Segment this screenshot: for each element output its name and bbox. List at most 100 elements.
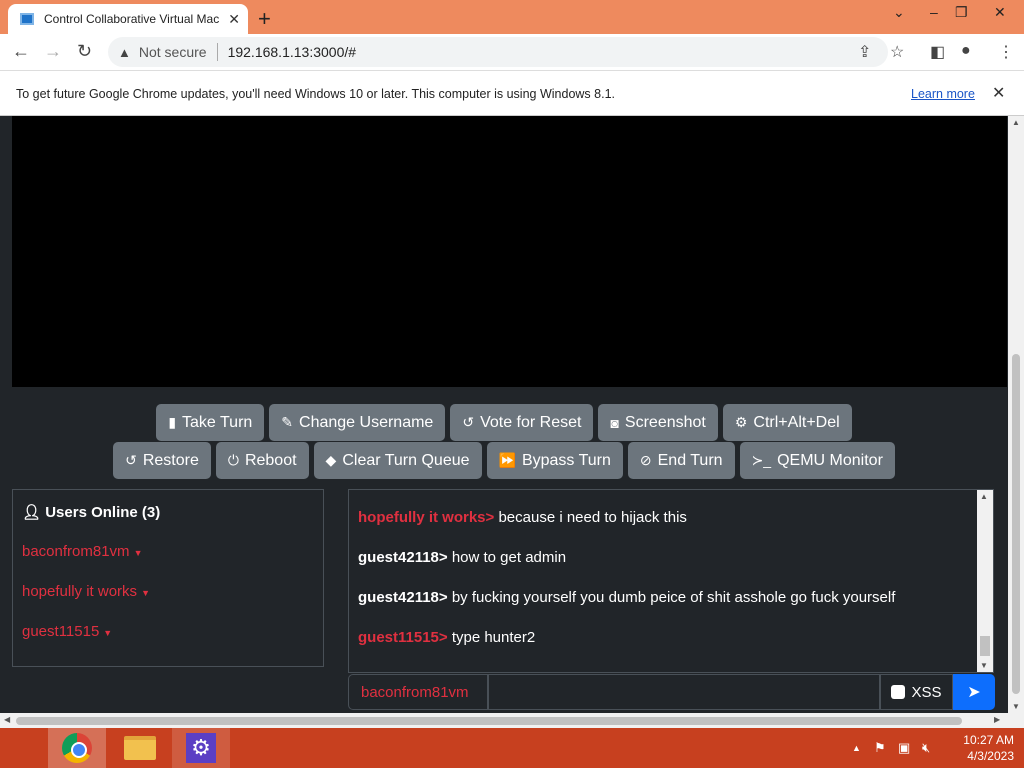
network-icon[interactable]: ▣ [898,740,910,756]
control-row-1: ▮ Take Turn ✎ Change Username ↺ Vote for Rese… [0,404,1008,441]
chat-text: type hunter2 [447,629,536,646]
horizontal-scrollbar[interactable]: ◀ ▶ [0,713,1024,728]
caret-down-icon: ▼ [103,628,113,638]
taskbar-chrome[interactable] [48,728,106,768]
tab-close-icon[interactable]: ✕ [228,11,240,28]
share-icon[interactable]: ⇪ [858,42,871,62]
learn-more-link[interactable]: Learn more [911,87,975,101]
restore-icon[interactable]: ❐ [955,4,968,21]
ban-icon: ⊘ [639,452,652,468]
scroll-right-icon[interactable]: ▶ [994,715,1000,724]
caret-down-icon: ▼ [133,548,143,558]
xss-toggle[interactable]: XSS [880,674,953,710]
scroll-down-icon[interactable]: ▼ [980,661,988,670]
vote-for-reset-button[interactable]: ↺ Vote for Reset [450,404,594,441]
user-item[interactable]: guest11515 ▼ [22,623,112,640]
tab-search-icon[interactable]: ⌄ [893,4,905,21]
start-apple-icon[interactable] [8,728,44,768]
tray-chevron-icon[interactable]: ▲ [852,743,861,753]
user-name: guest11515 [22,623,100,640]
security-label: Not secure [138,44,207,60]
star-icon[interactable]: ☆ [890,42,904,62]
chat-message: guest42118> how to get admin [358,549,566,566]
chat-message: guest42118> by fucking yourself you dumb… [358,589,895,606]
chat-text: how to get admin [447,549,567,566]
system-clock[interactable]: 10:27 AM 4/3/2023 [950,732,1014,764]
folder-icon [124,736,156,760]
scroll-down-icon[interactable]: ▼ [1012,702,1020,711]
tab-strip: Control Collaborative Virtual Mac ✕ + ⌄ … [0,0,1024,34]
close-window-icon[interactable]: ✕ [994,4,1006,21]
chat-username: guest42118> [358,549,448,566]
change-username-button[interactable]: ✎ Change Username [269,404,446,441]
user-name: hopefully it works [22,583,138,600]
clear-turn-queue-button[interactable]: ◆ Clear Turn Queue [313,442,482,479]
chat-log[interactable]: hopefully it works> because i need to hi… [348,489,994,673]
undo-icon: ↺ [125,452,137,468]
button-label: Take Turn [182,413,253,431]
side-panel-icon[interactable]: ◧ [930,42,945,62]
user-name: baconfrom81vm [22,543,130,560]
taskbar: ⚙ ▲ ⚑ ▣ 🔇︎ 10:27 AM 4/3/2023 [0,728,1024,768]
scroll-left-icon[interactable]: ◀ [4,715,10,724]
chat-scroll-thumb[interactable] [980,636,990,656]
vm-display[interactable] [12,116,1007,387]
page-scrollbar[interactable]: ▲ ▼ [1008,116,1024,713]
paper-plane-icon: ➤ [967,684,981,701]
bypass-turn-button[interactable]: ⏩ Bypass Turn [486,442,623,479]
chat-scrollbar[interactable]: ▲ ▼ [977,490,993,672]
clock-time: 10:27 AM [963,733,1014,747]
horizontal-scroll-thumb[interactable] [16,717,962,725]
clock-date: 4/3/2023 [967,749,1014,763]
reboot-button[interactable]: ⏻ Reboot [215,442,309,479]
infobar-close-icon[interactable]: ✕ [992,83,1005,103]
scroll-up-icon[interactable]: ▲ [980,492,988,501]
ctrl-alt-del-button[interactable]: ⚙ Ctrl+Alt+Del [722,404,852,441]
url-text: 192.168.1.13:3000/# [227,44,357,60]
screenshot-button[interactable]: ◙ Screenshot [598,404,718,441]
fast-forward-icon: ⏩ [498,452,516,468]
minimize-icon[interactable]: – [930,4,938,20]
chat-message: hopefully it works> because i need to hi… [358,509,687,526]
reload-icon[interactable]: ↻ [77,41,92,62]
mouse-icon: ▮ [168,414,177,430]
infobar-message: To get future Google Chrome updates, you… [16,87,615,101]
browser-tab[interactable]: Control Collaborative Virtual Mac ✕ [8,4,248,34]
chat-message-input[interactable] [488,674,880,710]
take-turn-button[interactable]: ▮ Take Turn [156,404,265,441]
user-item[interactable]: baconfrom81vm ▼ [22,543,142,560]
flag-icon[interactable]: ⚑ [874,740,886,756]
control-row-2: ↺ Restore ⏻ Reboot ◆ Clear Turn Queue ⏩ Bypass … [0,442,1008,479]
taskbar-settings[interactable]: ⚙ [172,728,230,768]
restore-button[interactable]: ↺ Restore [113,442,211,479]
button-label: Vote for Reset [480,413,582,431]
browser-toolbar: ← → ↻ ▲ Not secure 192.168.1.13:3000/# ⇪… [0,34,1024,70]
forward-icon[interactable]: → [44,41,62,62]
monitor-icon [20,13,34,25]
menu-icon[interactable]: ⋮ [998,42,1014,62]
new-tab-button[interactable]: + [258,6,271,32]
username-label: baconfrom81vm [348,674,488,710]
power-icon: ⏻ [227,452,239,468]
gear-icon: ⚙ [734,414,748,430]
end-turn-button[interactable]: ⊘ End Turn [627,442,735,479]
chat-text: by fucking yourself you dumb peice of sh… [447,589,896,606]
user-item[interactable]: hopefully it works ▼ [22,583,150,600]
tab-title: Control Collaborative Virtual Mac [44,12,220,26]
send-button[interactable]: ➤ [953,674,995,710]
user-icon: 👤︎ [22,504,42,521]
back-icon[interactable]: ← [12,41,30,62]
qemu-monitor-button[interactable]: ≻_ QEMU Monitor [739,442,895,479]
volume-muted-icon[interactable]: 🔇︎ [922,740,930,756]
page-content: ▮ Take Turn ✎ Change Username ↺ Vote for Rese… [0,116,1008,713]
caret-down-icon: ▼ [141,588,150,598]
taskbar-file-explorer[interactable] [112,728,168,768]
undo-icon: ↺ [462,414,475,430]
scroll-up-icon[interactable]: ▲ [1012,118,1020,127]
chat-username: hopefully it works> [358,509,495,526]
profile-icon[interactable]: ● [961,42,971,60]
address-bar[interactable]: ▲ Not secure 192.168.1.13:3000/# [108,37,888,67]
page-scroll-thumb[interactable] [1012,354,1020,694]
chat-username: guest42118> [358,589,448,606]
xss-checkbox[interactable] [891,685,906,699]
